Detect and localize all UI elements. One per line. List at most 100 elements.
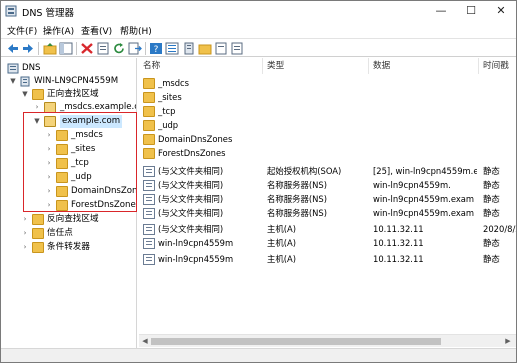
record-name: _sites [158, 92, 182, 102]
menu-bar: 文件(F) 操作(A) 查看(V) 帮助(H) [1, 22, 516, 38]
list-item[interactable]: win-ln9cpn4559m 主机(A) 10.11.32.11 静态 [139, 253, 516, 266]
menu-view[interactable]: 查看(V) [81, 24, 112, 37]
list-item[interactable]: _msdcs [139, 77, 516, 90]
folder-icon [143, 106, 155, 117]
svg-text:?: ? [154, 45, 159, 55]
toolbar-separator [38, 42, 39, 55]
tree-label: 条件转发器 [47, 242, 90, 252]
scroll-right-icon[interactable]: ▶ [502, 335, 514, 348]
record-timestamp: 2020/8/2 [483, 224, 516, 234]
record-type: 名称服务器(NS) [267, 194, 327, 204]
column-header-data[interactable]: 数据 [369, 58, 479, 74]
dns-app-icon [5, 5, 17, 17]
console-tree-icon[interactable] [59, 42, 73, 55]
minimize-button[interactable]: — [426, 1, 456, 21]
record-icon [143, 224, 155, 235]
tree-item-server[interactable]: ▼ WIN-LN9CPN4559M [5, 75, 135, 88]
list-item[interactable]: (与父文件夹相同) 名称服务器(NS) win-ln9cpn4559m.exam… [139, 207, 516, 220]
record-data: 10.11.32.11 [373, 224, 424, 234]
record-icon [143, 180, 155, 191]
server-icon[interactable] [182, 42, 196, 55]
record-name: win-ln9cpn4559m [158, 254, 234, 264]
chevron-right-icon[interactable]: › [21, 227, 29, 240]
list-item[interactable]: ForestDnsZones [139, 147, 516, 160]
menu-action[interactable]: 操作(A) [43, 24, 74, 37]
list-item[interactable]: (与父文件夹相同) 名称服务器(NS) win-ln9cpn4559m. 静态 [139, 179, 516, 192]
record-name: _udp [158, 120, 179, 130]
record-type: 主机(A) [267, 224, 297, 234]
folder-icon[interactable] [198, 42, 212, 55]
chevron-right-icon[interactable]: › [21, 241, 29, 254]
list-item[interactable]: _sites [139, 91, 516, 104]
server-icon [19, 76, 31, 87]
record-data: win-ln9cpn4559m.exam [373, 208, 475, 218]
tree-item-reverse-zones[interactable]: › 反向查找区域 [5, 213, 135, 226]
export-icon[interactable] [128, 42, 142, 55]
tree-label: 信任点 [47, 228, 73, 238]
properties-icon[interactable] [96, 42, 110, 55]
tree-label: 正向查找区域 [47, 89, 99, 99]
column-header-name[interactable]: 名称 [139, 58, 263, 74]
list-item[interactable]: (与父文件夹相同) 起始授权机构(SOA) [25], win-ln9cpn45… [139, 165, 516, 178]
record-type: 名称服务器(NS) [267, 208, 327, 218]
horizontal-scrollbar[interactable]: ◀ ▶ [139, 334, 516, 347]
record-timestamp: 静态 [483, 238, 500, 248]
forward-icon[interactable] [21, 42, 35, 55]
toolbar-separator [145, 42, 146, 55]
record-icon[interactable] [230, 42, 244, 55]
record-name: (与父文件夹相同) [158, 180, 224, 190]
record-timestamp: 静态 [483, 254, 500, 264]
record-list: 名称 类型 数据 时间戳 _msdcs _sites _tcp _udp Dom… [139, 58, 516, 348]
list-item[interactable]: _udp [139, 119, 516, 132]
record-data: win-ln9cpn4559m.exam [373, 194, 475, 204]
menu-file[interactable]: 文件(F) [7, 24, 37, 37]
chevron-down-icon[interactable]: ▼ [21, 88, 29, 101]
list-item[interactable]: win-ln9cpn4559m 主机(A) 10.11.32.11 静态 [139, 237, 516, 250]
record-data: win-ln9cpn4559m. [373, 180, 451, 190]
record-type: 主机(A) [267, 254, 297, 264]
tree-item-dns[interactable]: DNS [5, 62, 135, 75]
back-icon[interactable] [6, 42, 20, 55]
maximize-button[interactable]: ☐ [456, 1, 486, 21]
tree-item-trust-points[interactable]: › 信任点 [5, 227, 135, 240]
close-button[interactable]: ✕ [486, 1, 516, 21]
toolbar-separator [76, 42, 77, 55]
tree-item-forward-zones[interactable]: ▼ 正向查找区域 [5, 88, 135, 101]
record-type: 起始授权机构(SOA) [267, 166, 342, 176]
help-icon[interactable]: ? [149, 42, 163, 55]
chevron-right-icon[interactable]: › [21, 213, 29, 226]
chevron-down-icon[interactable]: ▼ [9, 75, 17, 88]
record-name: win-ln9cpn4559m [158, 238, 234, 248]
scroll-left-icon[interactable]: ◀ [139, 335, 151, 348]
scroll-thumb[interactable] [151, 338, 441, 345]
folder-icon [32, 89, 44, 100]
record-name: _msdcs [158, 78, 189, 88]
menu-help[interactable]: 帮助(H) [120, 24, 152, 37]
folder-icon [143, 120, 155, 131]
zone-icon[interactable] [214, 42, 228, 55]
folder-icon [32, 214, 44, 225]
record-data: 10.11.32.11 [373, 254, 424, 264]
delete-icon[interactable] [80, 42, 94, 55]
dns-icon [7, 63, 19, 74]
record-name: (与父文件夹相同) [158, 166, 224, 176]
record-icon [143, 166, 155, 177]
title-bar: DNS 管理器 — ☐ ✕ [1, 1, 516, 21]
record-data: [25], win-ln9cpn4559m.exa [373, 166, 477, 176]
column-header-type[interactable]: 类型 [263, 58, 369, 74]
record-name: (与父文件夹相同) [158, 224, 224, 234]
list-item[interactable]: _tcp [139, 105, 516, 118]
record-name: (与父文件夹相同) [158, 208, 224, 218]
tree-item-conditional-forwarders[interactable]: › 条件转发器 [5, 241, 135, 254]
list-view-icon[interactable] [165, 42, 179, 55]
refresh-icon[interactable] [112, 42, 126, 55]
column-header-timestamp[interactable]: 时间戳 [479, 58, 516, 74]
record-data: 10.11.32.11 [373, 238, 424, 248]
list-item[interactable]: DomainDnsZones [139, 133, 516, 146]
list-item[interactable]: (与父文件夹相同) 名称服务器(NS) win-ln9cpn4559m.exam… [139, 193, 516, 206]
folder-up-icon[interactable] [43, 42, 57, 55]
record-timestamp: 静态 [483, 180, 500, 190]
list-item[interactable]: (与父文件夹相同) 主机(A) 10.11.32.11 2020/8/2 [139, 223, 516, 236]
record-type: 名称服务器(NS) [267, 180, 327, 190]
record-icon [143, 238, 155, 249]
